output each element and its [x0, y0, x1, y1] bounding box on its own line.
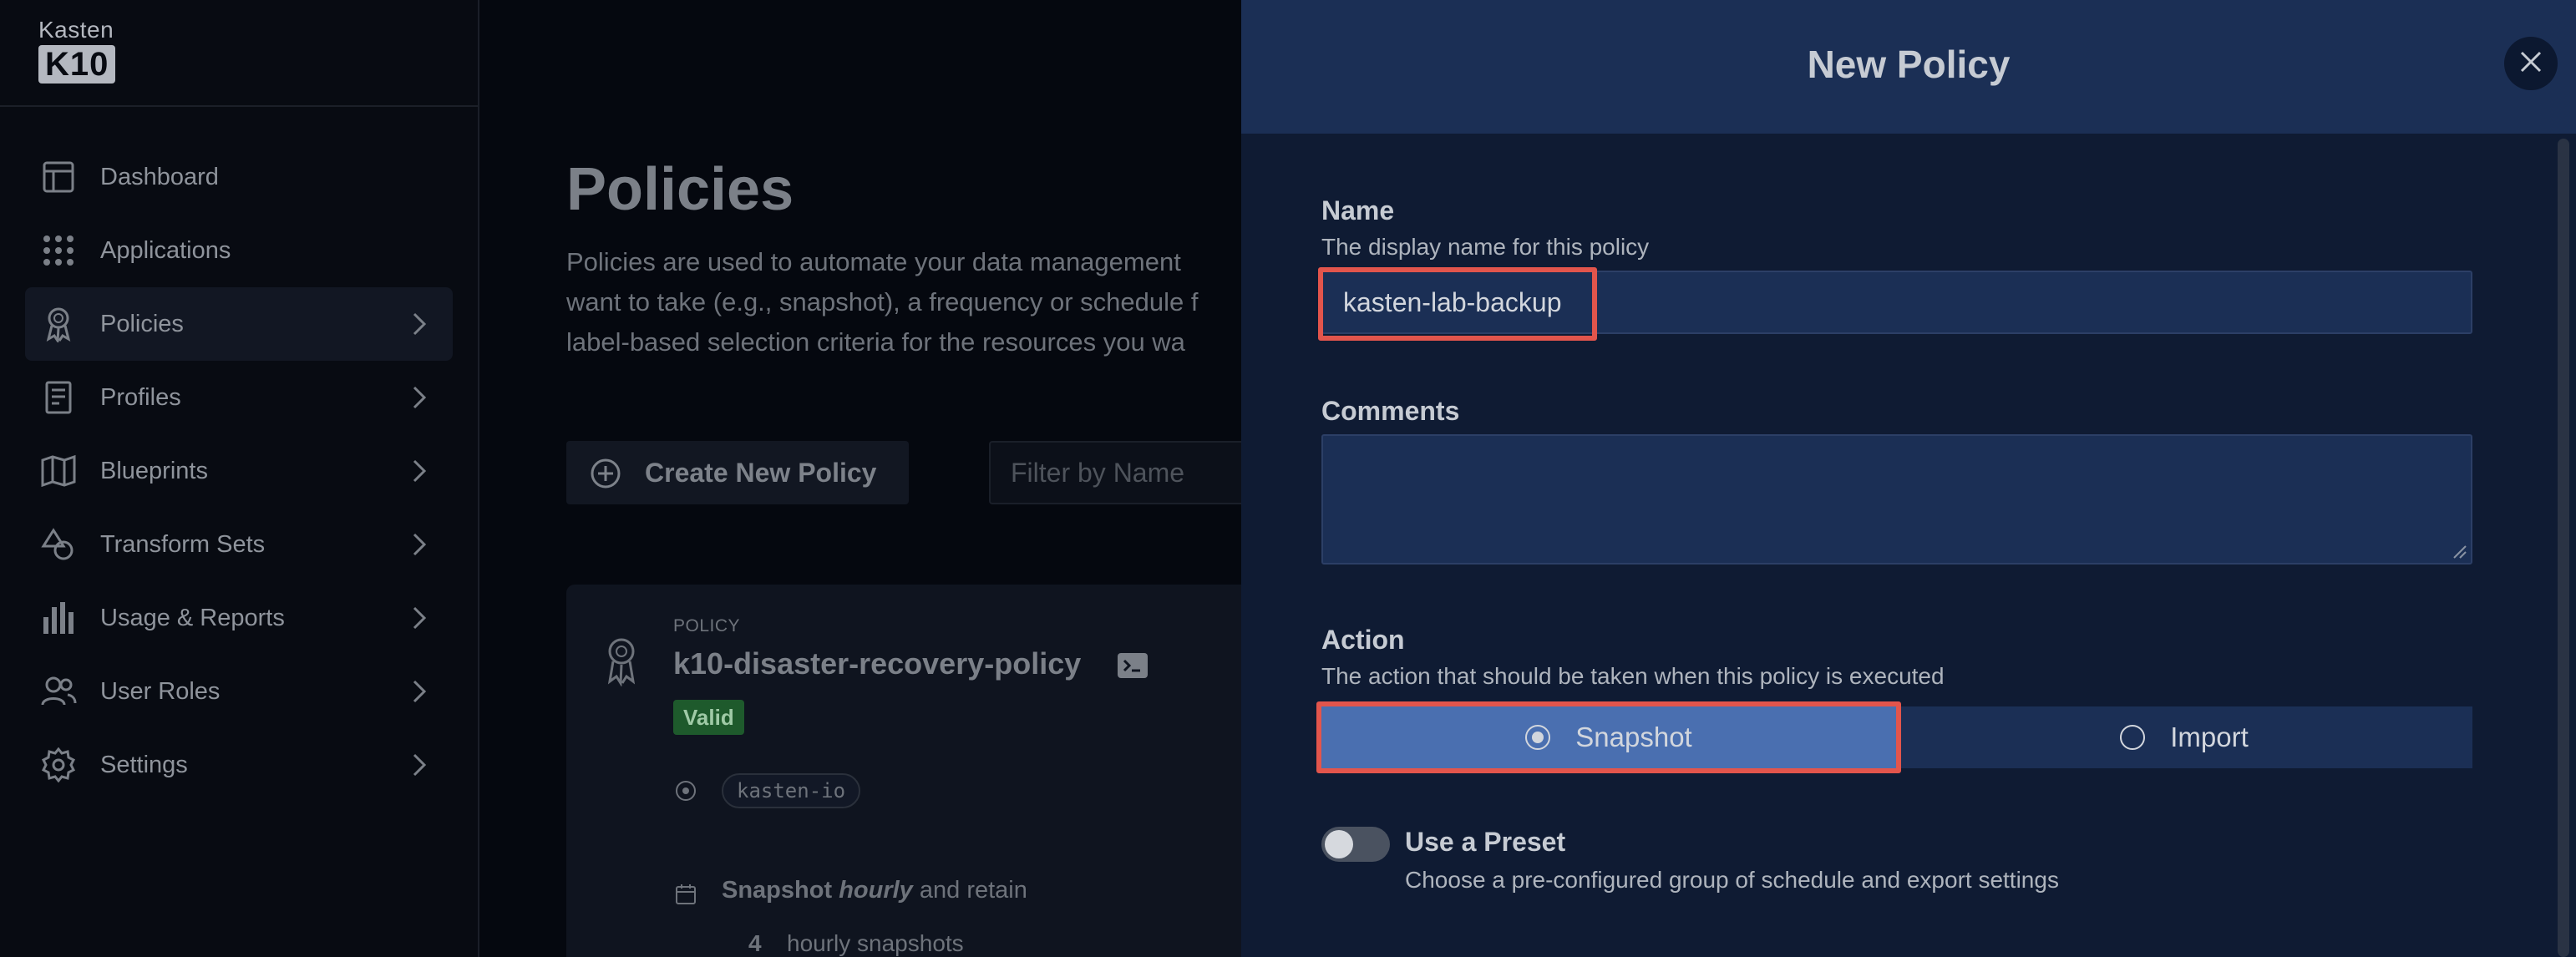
- policy-ribbon-icon: [603, 636, 640, 687]
- sidebar-item-policies[interactable]: Policies: [25, 287, 453, 361]
- action-option-label: Snapshot: [1575, 722, 1692, 752]
- action-help: The action that should be taken when thi…: [1321, 663, 1945, 689]
- settings-icon: [40, 747, 77, 783]
- profiles-icon: [40, 379, 77, 416]
- sidebar-nav: Dashboard Applications Policies Profiles: [25, 140, 453, 802]
- radio-checked-icon: [1525, 725, 1551, 750]
- toggle-knob: [1325, 830, 1353, 858]
- kasten-k10-logo[interactable]: Kasten K10: [38, 18, 125, 84]
- retain-count: 4: [748, 930, 762, 956]
- action-option-snapshot[interactable]: Snapshot: [1321, 706, 1896, 768]
- sidebar-item-label: Dashboard: [100, 163, 219, 190]
- sidebar-item-label: Settings: [100, 751, 188, 778]
- create-new-policy-label: Create New Policy: [645, 457, 877, 488]
- namespace-tag: kasten-io: [722, 773, 861, 808]
- sidebar-item-label: Policies: [100, 310, 184, 337]
- schedule-action: Snapshot: [722, 877, 833, 904]
- action-label: Action: [1321, 625, 1405, 655]
- schedule-suffix: and retain: [919, 877, 1027, 904]
- logo-area: Kasten K10: [0, 0, 479, 107]
- use-preset-toggle[interactable]: [1321, 827, 1390, 862]
- usage-reports-icon: [40, 600, 77, 636]
- create-new-policy-button[interactable]: Create New Policy: [566, 441, 909, 504]
- chevron-right-icon: [406, 531, 433, 558]
- sidebar-item-transform-sets[interactable]: Transform Sets: [25, 508, 453, 581]
- modal-scrollbar[interactable]: [2558, 139, 2569, 957]
- sidebar-item-label: User Roles: [100, 677, 221, 705]
- schedule-frequency: hourly: [839, 877, 913, 904]
- page-title: Policies: [566, 156, 794, 223]
- sidebar: Kasten K10 Dashboard Applications Polici…: [0, 0, 479, 957]
- modal-title: New Policy: [1807, 43, 2011, 86]
- close-icon: [2518, 49, 2543, 78]
- schedule-summary: Snapshot hourly and retain: [722, 877, 1027, 904]
- comments-label: Comments: [1321, 396, 1460, 426]
- policy-card[interactable]: POLICY k10-disaster-recovery-policy Vali…: [566, 585, 1268, 957]
- transform-sets-icon: [40, 526, 77, 563]
- user-roles-icon: [40, 673, 77, 710]
- policies-page: Policies Policies are used to automate y…: [481, 0, 1268, 957]
- status-badge: Valid: [673, 700, 744, 735]
- chevron-right-icon: [406, 678, 433, 705]
- sidebar-item-blueprints[interactable]: Blueprints: [25, 434, 453, 508]
- retain-label: hourly snapshots: [787, 930, 964, 956]
- modal-header: New Policy: [1241, 0, 2576, 134]
- sidebar-item-label: Blueprints: [100, 457, 208, 484]
- logo-top-text: Kasten: [38, 17, 114, 43]
- policy-name[interactable]: k10-disaster-recovery-policy: [673, 646, 1081, 681]
- name-help: The display name for this policy: [1321, 234, 1650, 260]
- policies-icon: [40, 306, 77, 342]
- applications-icon: [40, 232, 77, 269]
- namespace-icon: [675, 780, 697, 802]
- new-policy-panel: New Policy Name The display name for thi…: [1241, 0, 2576, 957]
- sidebar-item-usage-reports[interactable]: Usage & Reports: [25, 581, 453, 655]
- chevron-right-icon: [406, 311, 433, 337]
- logo-box-text: K10: [38, 45, 116, 84]
- dashboard-icon: [40, 159, 77, 195]
- use-preset-help: Choose a pre-configured group of schedul…: [1405, 867, 2059, 893]
- sidebar-item-label: Profiles: [100, 383, 181, 411]
- chevron-right-icon: [406, 605, 433, 631]
- action-option-label: Import: [2170, 722, 2249, 752]
- terminal-icon[interactable]: [1118, 653, 1148, 678]
- sidebar-item-applications[interactable]: Applications: [25, 214, 453, 287]
- sidebar-item-label: Transform Sets: [100, 530, 266, 558]
- close-button[interactable]: [2504, 37, 2558, 90]
- name-label: Name: [1321, 195, 1395, 225]
- resize-grip-icon[interactable]: [2449, 541, 2467, 560]
- blueprints-icon: [40, 453, 77, 489]
- policy-kicker: POLICY: [673, 616, 741, 635]
- comments-textarea[interactable]: [1321, 434, 2472, 565]
- chevron-right-icon: [406, 752, 433, 778]
- chevron-right-icon: [406, 384, 433, 411]
- plus-circle-icon: [590, 458, 621, 489]
- radio-unchecked-icon: [2120, 725, 2146, 750]
- sidebar-item-user-roles[interactable]: User Roles: [25, 655, 453, 728]
- page-description: Policies are used to automate your data …: [566, 247, 1199, 357]
- sidebar-item-label: Usage & Reports: [100, 604, 285, 631]
- sidebar-item-dashboard[interactable]: Dashboard: [25, 140, 453, 214]
- calendar-icon: [675, 884, 697, 905]
- sidebar-item-settings[interactable]: Settings: [25, 728, 453, 802]
- sidebar-item-profiles[interactable]: Profiles: [25, 361, 453, 434]
- filter-by-name-input[interactable]: [989, 441, 1256, 504]
- name-input[interactable]: [1321, 271, 2472, 334]
- sidebar-item-label: Applications: [100, 236, 231, 264]
- action-option-import[interactable]: Import: [1896, 706, 2472, 768]
- use-preset-label: Use a Preset: [1405, 827, 1566, 857]
- chevron-right-icon: [406, 458, 433, 484]
